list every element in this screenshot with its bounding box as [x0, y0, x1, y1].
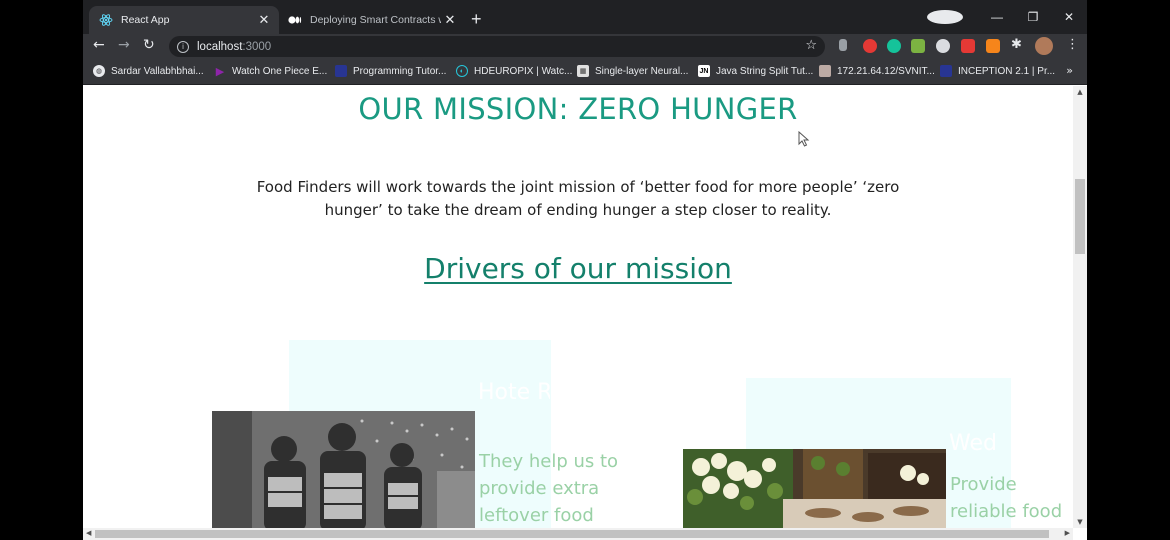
card-heading: Wed: [949, 431, 997, 456]
bookmark-item[interactable]: ▶ Watch One Piece E...: [214, 65, 327, 78]
metamask-icon[interactable]: [986, 39, 1000, 53]
forward-button[interactable]: →: [118, 37, 130, 53]
horizontal-scrollbar[interactable]: ◀ ▶: [83, 528, 1073, 540]
extension-icon[interactable]: [936, 39, 950, 53]
reload-button[interactable]: ↻: [143, 37, 155, 53]
address-bar[interactable]: i localhost:3000 ☆: [169, 36, 825, 57]
browser-window: React App ✕ Deploying Smart Contracts wi…: [83, 0, 1087, 540]
scrollbar-thumb[interactable]: [95, 530, 1049, 538]
tab-strip: React App ✕ Deploying Smart Contracts wi…: [83, 0, 1087, 34]
play-icon: ▶: [215, 65, 225, 78]
bookmark-item[interactable]: Programming Tutor...: [335, 65, 446, 77]
volunteers-photo: [212, 411, 475, 528]
bookmark-item[interactable]: INCEPTION 2.1 | Pr...: [940, 65, 1055, 77]
browser-toolbar: ← → ↻ i localhost:3000 ☆ ✱ ⋮: [83, 34, 1087, 59]
tab-react-app[interactable]: React App ✕: [89, 6, 279, 34]
bookmarks-overflow-button[interactable]: »: [1066, 64, 1073, 77]
back-button[interactable]: ←: [93, 37, 105, 53]
bookmark-item[interactable]: ▦ Single-layer Neural...: [577, 65, 688, 77]
bookmark-item[interactable]: ◐ HDEUROPIX | Watc...: [456, 65, 572, 77]
tab-title: React App: [121, 14, 170, 26]
page-content: OUR MISSION: ZERO HUNGER Food Finders wi…: [83, 86, 1073, 528]
jn-icon: JN: [698, 65, 710, 77]
tab-search-icon[interactable]: ▼: [927, 10, 963, 24]
card-text: They help us to provide extra leftover f…: [479, 451, 619, 526]
restore-button[interactable]: ❐: [1015, 10, 1051, 24]
site-icon: ▦: [577, 65, 589, 77]
extension-icon[interactable]: [863, 39, 877, 53]
extension-icon[interactable]: [911, 39, 925, 53]
close-tab-icon[interactable]: ✕: [255, 12, 273, 28]
react-icon: [99, 13, 113, 27]
bookmark-item[interactable]: ◍ Sardar Vallabhbhai...: [93, 65, 204, 77]
mouse-cursor-icon: [798, 130, 810, 151]
mission-title: OUR MISSION: ZERO HUNGER: [358, 92, 798, 126]
mission-text: Food Finders will work towards the joint…: [256, 178, 900, 219]
bookmarks-bar: ◍ Sardar Vallabhbhai... ▶ Watch One Piec…: [83, 59, 1087, 85]
tab-smart-contracts[interactable]: Deploying Smart Contracts with ✕: [280, 6, 465, 34]
extension-icon[interactable]: [839, 39, 847, 51]
extension-icon[interactable]: [961, 39, 975, 53]
close-window-button[interactable]: ✕: [1051, 10, 1087, 24]
new-tab-button[interactable]: +: [471, 9, 482, 30]
tab-title: Deploying Smart Contracts with: [310, 14, 441, 26]
window-controls: ▼ — ❐ ✕: [927, 0, 1087, 34]
scroll-down-arrow-icon[interactable]: ▼: [1073, 518, 1087, 526]
site-icon: [819, 65, 831, 77]
vertical-scrollbar[interactable]: ▲ ▼: [1073, 86, 1087, 528]
drivers-heading-link[interactable]: Drivers of our mission: [83, 252, 1073, 285]
minimize-button[interactable]: —: [979, 10, 1015, 24]
card-text: Provide reliable food: [950, 474, 1063, 522]
site-icon: [335, 65, 347, 77]
scroll-up-arrow-icon[interactable]: ▲: [1073, 88, 1087, 96]
card-heading: Hote Restau: [478, 380, 550, 405]
scrollbar-thumb[interactable]: [1075, 179, 1085, 254]
scroll-right-arrow-icon[interactable]: ▶: [1065, 529, 1070, 537]
info-icon[interactable]: i: [177, 40, 189, 53]
globe-icon: ◍: [93, 65, 105, 77]
bookmark-item[interactable]: JN Java String Split Tut...: [698, 65, 813, 77]
url-text: localhost:3000: [197, 40, 272, 53]
bookmark-star-icon[interactable]: ☆: [805, 38, 817, 53]
bookmark-item[interactable]: 172.21.64.12/SVNIT...: [819, 65, 935, 77]
hd-icon: ◐: [456, 65, 468, 77]
scroll-left-arrow-icon[interactable]: ◀: [86, 529, 91, 537]
menu-kebab-icon[interactable]: ⋮: [1066, 37, 1080, 52]
buffet-photo: [683, 449, 946, 528]
close-tab-icon[interactable]: ✕: [441, 12, 459, 28]
site-icon: [940, 65, 952, 77]
extensions-puzzle-icon[interactable]: ✱: [1011, 37, 1025, 52]
medium-icon: [288, 13, 302, 27]
avatar[interactable]: [1035, 37, 1053, 55]
grammarly-icon[interactable]: [887, 39, 901, 53]
